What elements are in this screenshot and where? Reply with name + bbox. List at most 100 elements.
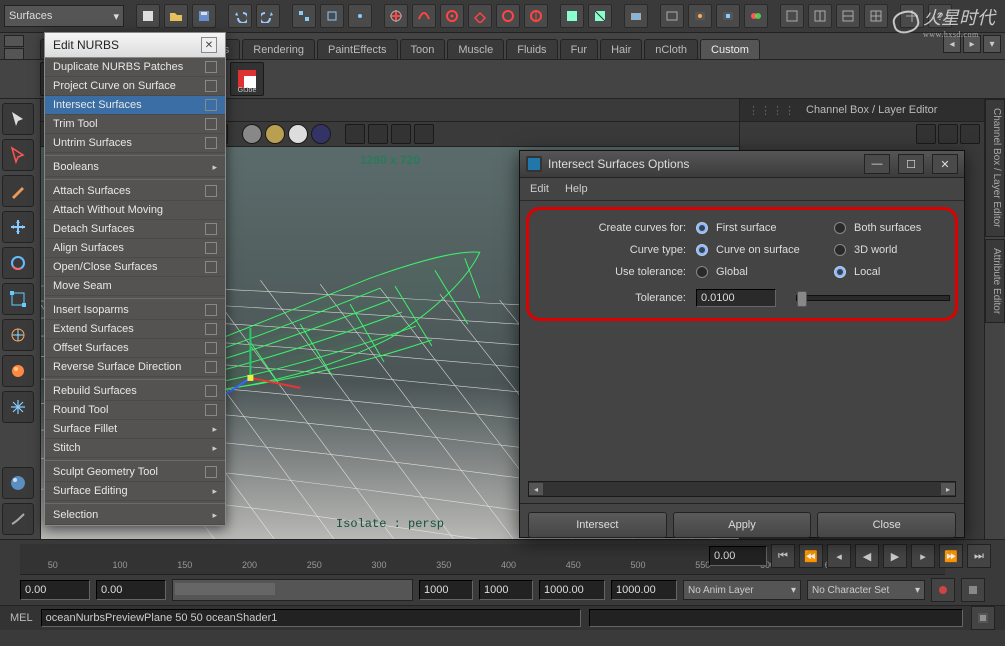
option-box-icon[interactable] bbox=[205, 80, 217, 92]
step-fwd-button[interactable]: ⏩ bbox=[939, 544, 963, 568]
select-tool[interactable] bbox=[2, 103, 34, 135]
new-scene-button[interactable] bbox=[136, 4, 160, 28]
play-back-button[interactable]: ◀ bbox=[855, 544, 879, 568]
shelf-tab[interactable]: Muscle bbox=[447, 39, 504, 59]
shade-icon[interactable] bbox=[288, 124, 308, 144]
make-live-button[interactable] bbox=[524, 4, 548, 28]
dialog-menu-item[interactable]: Help bbox=[565, 183, 588, 195]
snap-point-button[interactable] bbox=[440, 4, 464, 28]
menu-item[interactable]: Insert Isoparms bbox=[45, 301, 225, 320]
universal-manip-tool[interactable] bbox=[2, 319, 34, 351]
vp-icon[interactable] bbox=[414, 124, 434, 144]
menu-item[interactable]: Detach Surfaces bbox=[45, 220, 225, 239]
slider-knob[interactable] bbox=[797, 291, 807, 307]
autokey-button[interactable] bbox=[931, 578, 955, 602]
save-scene-button[interactable] bbox=[192, 4, 216, 28]
render-settings-button[interactable] bbox=[716, 4, 740, 28]
dialog-titlebar[interactable]: Intersect Surfaces Options — ☐ ✕ bbox=[520, 151, 964, 178]
open-scene-button[interactable] bbox=[164, 4, 188, 28]
menu-item[interactable]: Trim Tool bbox=[45, 115, 225, 134]
option-box-icon[interactable] bbox=[205, 304, 217, 316]
range-bar[interactable] bbox=[175, 583, 275, 595]
shelf-tab-active[interactable]: Custom bbox=[700, 39, 760, 59]
history-on-button[interactable] bbox=[560, 4, 584, 28]
intersect-button[interactable]: Intersect bbox=[528, 512, 667, 538]
radio-3d-world[interactable]: 3D world bbox=[834, 244, 897, 256]
shelf-tab[interactable]: Fluids bbox=[506, 39, 557, 59]
vp-icon[interactable] bbox=[368, 124, 388, 144]
menu-item[interactable]: Selection bbox=[45, 506, 225, 525]
menu-item[interactable]: Attach Without Moving bbox=[45, 201, 225, 220]
apply-button[interactable]: Apply bbox=[673, 512, 812, 538]
minimize-button[interactable]: — bbox=[864, 154, 890, 174]
shelf-tab[interactable]: nCloth bbox=[644, 39, 698, 59]
move-tool[interactable] bbox=[2, 211, 34, 243]
current-time-field[interactable]: 0.00 bbox=[709, 546, 767, 566]
range-start-field[interactable]: 0.00 bbox=[20, 580, 90, 600]
play-button[interactable]: ▶ bbox=[883, 544, 907, 568]
radio-curve-on-surface[interactable]: Curve on surface bbox=[696, 244, 824, 256]
side-tab[interactable]: Channel Box / Layer Editor bbox=[985, 99, 1005, 237]
hypershade-button[interactable] bbox=[744, 4, 768, 28]
option-box-icon[interactable] bbox=[205, 361, 217, 373]
shelf-edit-button[interactable] bbox=[4, 48, 24, 60]
shelf-tab[interactable]: Toon bbox=[400, 39, 446, 59]
menu-item[interactable]: Offset Surfaces bbox=[45, 339, 225, 358]
option-box-icon[interactable] bbox=[205, 404, 217, 416]
menu-item[interactable]: Surface Editing bbox=[45, 482, 225, 501]
maximize-button[interactable]: ☐ bbox=[898, 154, 924, 174]
menu-item[interactable]: Duplicate NURBS Patches bbox=[45, 58, 225, 77]
dialog-menu-item[interactable]: Edit bbox=[530, 183, 549, 195]
layout-button-3[interactable] bbox=[836, 4, 860, 28]
shelf-menu-button[interactable] bbox=[4, 35, 24, 47]
view-single[interactable] bbox=[2, 503, 34, 535]
close-button[interactable]: ✕ bbox=[932, 154, 958, 174]
snap-plane-button[interactable] bbox=[468, 4, 492, 28]
last-tool[interactable] bbox=[2, 467, 34, 499]
option-box-icon[interactable] bbox=[205, 99, 217, 111]
select-component-button[interactable] bbox=[348, 4, 372, 28]
tolerance-slider[interactable] bbox=[796, 295, 950, 301]
cb-icon[interactable] bbox=[916, 124, 936, 144]
menu-item[interactable]: Booleans bbox=[45, 158, 225, 177]
scale-tool[interactable] bbox=[2, 283, 34, 315]
range-slider[interactable] bbox=[172, 579, 413, 601]
layout-button-4[interactable] bbox=[864, 4, 888, 28]
snap-live-button[interactable] bbox=[496, 4, 520, 28]
cb-icon[interactable] bbox=[938, 124, 958, 144]
shade-icon[interactable] bbox=[265, 124, 285, 144]
radio-global[interactable]: Global bbox=[696, 266, 824, 278]
shade-icon[interactable] bbox=[311, 124, 331, 144]
to-end-button[interactable]: ⏭ bbox=[967, 544, 991, 568]
option-box-icon[interactable] bbox=[205, 61, 217, 73]
shelf-tab[interactable]: Fur bbox=[560, 39, 599, 59]
shelf-tab[interactable]: Rendering bbox=[242, 39, 315, 59]
script-editor-button[interactable] bbox=[971, 606, 995, 630]
prev-key-button[interactable]: ◂ bbox=[827, 544, 851, 568]
anim-layer-dropdown[interactable]: No Anim Layer▾ bbox=[683, 580, 801, 600]
module-dropdown[interactable]: Surfaces ▾ bbox=[4, 5, 124, 27]
render-view-button[interactable] bbox=[660, 4, 684, 28]
radio-local[interactable]: Local bbox=[834, 266, 880, 278]
option-box-icon[interactable] bbox=[205, 323, 217, 335]
redo-button[interactable] bbox=[256, 4, 280, 28]
command-input[interactable]: oceanNurbsPreviewPlane 50 50 oceanShader… bbox=[41, 609, 581, 627]
paint-select-tool[interactable] bbox=[2, 175, 34, 207]
shelf-tab[interactable]: PaintEffects bbox=[317, 39, 398, 59]
side-tab[interactable]: Attribute Editor bbox=[985, 239, 1005, 323]
show-manip-tool[interactable] bbox=[2, 391, 34, 423]
option-box-icon[interactable] bbox=[205, 185, 217, 197]
menu-item[interactable]: Align Surfaces bbox=[45, 239, 225, 258]
rewind-button[interactable]: ⏮ bbox=[771, 544, 795, 568]
menu-item[interactable]: Extend Surfaces bbox=[45, 320, 225, 339]
menu-item[interactable]: Round Tool bbox=[45, 401, 225, 420]
shade-icon[interactable] bbox=[242, 124, 262, 144]
view-end2-field[interactable]: 1000.00 bbox=[539, 580, 605, 600]
step-back-button[interactable]: ⏪ bbox=[799, 544, 823, 568]
option-box-icon[interactable] bbox=[205, 242, 217, 254]
menu-item[interactable]: Untrim Surfaces bbox=[45, 134, 225, 153]
menu-item[interactable]: Stitch bbox=[45, 439, 225, 458]
lasso-tool[interactable] bbox=[2, 139, 34, 171]
range-end2-field[interactable]: 1000.00 bbox=[611, 580, 677, 600]
menu-item[interactable]: Sculpt Geometry Tool bbox=[45, 463, 225, 482]
